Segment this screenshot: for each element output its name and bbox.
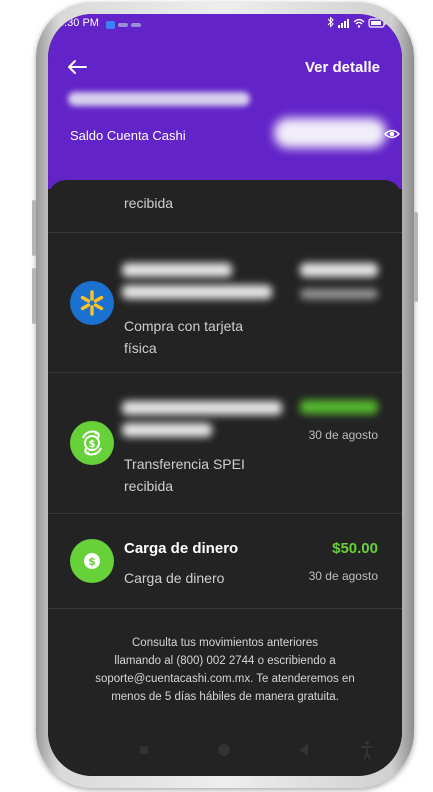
signal-wifi-battery-icon bbox=[327, 16, 386, 28]
merchant-name-redacted-2 bbox=[122, 285, 272, 299]
saldo-label: Saldo Cuenta Cashi bbox=[70, 128, 186, 143]
transaction-row-0[interactable]: recibida bbox=[48, 180, 402, 233]
phone-side-button-left bbox=[32, 200, 36, 256]
transaction-title: Carga de dinero bbox=[124, 540, 239, 557]
history-info-text: Consulta tus movimientos anteriores llam… bbox=[62, 634, 388, 706]
account-header: 3:30 PM Ver detalle Saldo Cuenta Cashi bbox=[48, 14, 402, 189]
phone-side-button-right bbox=[414, 212, 418, 302]
dollar-coin-icon: $ bbox=[70, 539, 114, 583]
sender-name-redacted bbox=[122, 401, 282, 415]
amount-redacted bbox=[300, 263, 378, 277]
home-button[interactable] bbox=[218, 744, 230, 756]
transaction-row-1[interactable]: Compra con tarjeta física bbox=[48, 233, 402, 373]
accessibility-icon[interactable] bbox=[360, 740, 374, 760]
transaction-description: Transferencia SPEI recibida bbox=[124, 453, 245, 497]
back-arrow-icon[interactable] bbox=[66, 58, 88, 76]
status-icons bbox=[326, 16, 388, 32]
description-line-1: Compra con tarjeta bbox=[124, 318, 244, 334]
ver-detalle-link[interactable]: Ver detalle bbox=[305, 59, 380, 76]
svg-text:$: $ bbox=[88, 555, 96, 568]
svg-text:$: $ bbox=[89, 439, 96, 450]
footer-line-3: soporte@cuentacashi.com.mx. Te atenderem… bbox=[95, 673, 355, 685]
transaction-amount: $50.00 bbox=[332, 540, 378, 557]
description-line-2: física bbox=[124, 340, 157, 356]
transaction-date: 30 de agosto bbox=[308, 428, 378, 442]
transaction-description: Compra con tarjeta física bbox=[124, 315, 243, 359]
transaction-date: 30 de agosto bbox=[308, 569, 378, 583]
notification-icons bbox=[106, 19, 144, 31]
status-time: 3:30 PM bbox=[58, 17, 99, 29]
recent-apps-button[interactable] bbox=[140, 746, 148, 754]
sender-name-redacted-2 bbox=[122, 423, 212, 437]
merchant-name-redacted bbox=[122, 263, 232, 277]
phone-side-button-left-2 bbox=[32, 268, 36, 324]
date-redacted bbox=[300, 289, 378, 299]
android-nav-bar bbox=[48, 736, 402, 766]
transaction-row-2[interactable]: $ 30 de agosto Transferencia SPEI recibi… bbox=[48, 373, 402, 514]
account-holder-name-redacted bbox=[68, 92, 250, 106]
description-line-2: recibida bbox=[124, 478, 174, 494]
footer-line-1: Consulta tus movimientos anteriores bbox=[132, 637, 318, 649]
walmart-spark-icon bbox=[70, 281, 114, 325]
transfer-dollar-icon: $ bbox=[70, 421, 114, 465]
footer-line-4: menos de 5 días hábiles de manera gratui… bbox=[111, 691, 339, 703]
transaction-row-3[interactable]: $ Carga de dinero $50.00 Carga de dinero… bbox=[48, 514, 402, 609]
eye-icon[interactable] bbox=[384, 127, 400, 141]
description-line-1: Transferencia SPEI bbox=[124, 456, 245, 472]
balance-redacted bbox=[274, 118, 386, 148]
back-button[interactable] bbox=[299, 744, 308, 756]
footer-line-2: llamando al (800) 002 2744 o escribiendo… bbox=[114, 655, 336, 667]
amount-redacted bbox=[300, 400, 378, 414]
screen: 3:30 PM Ver detalle Saldo Cuenta Cashi r… bbox=[48, 14, 402, 776]
status-bar: 3:30 PM bbox=[48, 14, 402, 34]
transaction-description: Carga de dinero bbox=[124, 570, 225, 586]
transaction-description: recibida bbox=[124, 195, 174, 211]
